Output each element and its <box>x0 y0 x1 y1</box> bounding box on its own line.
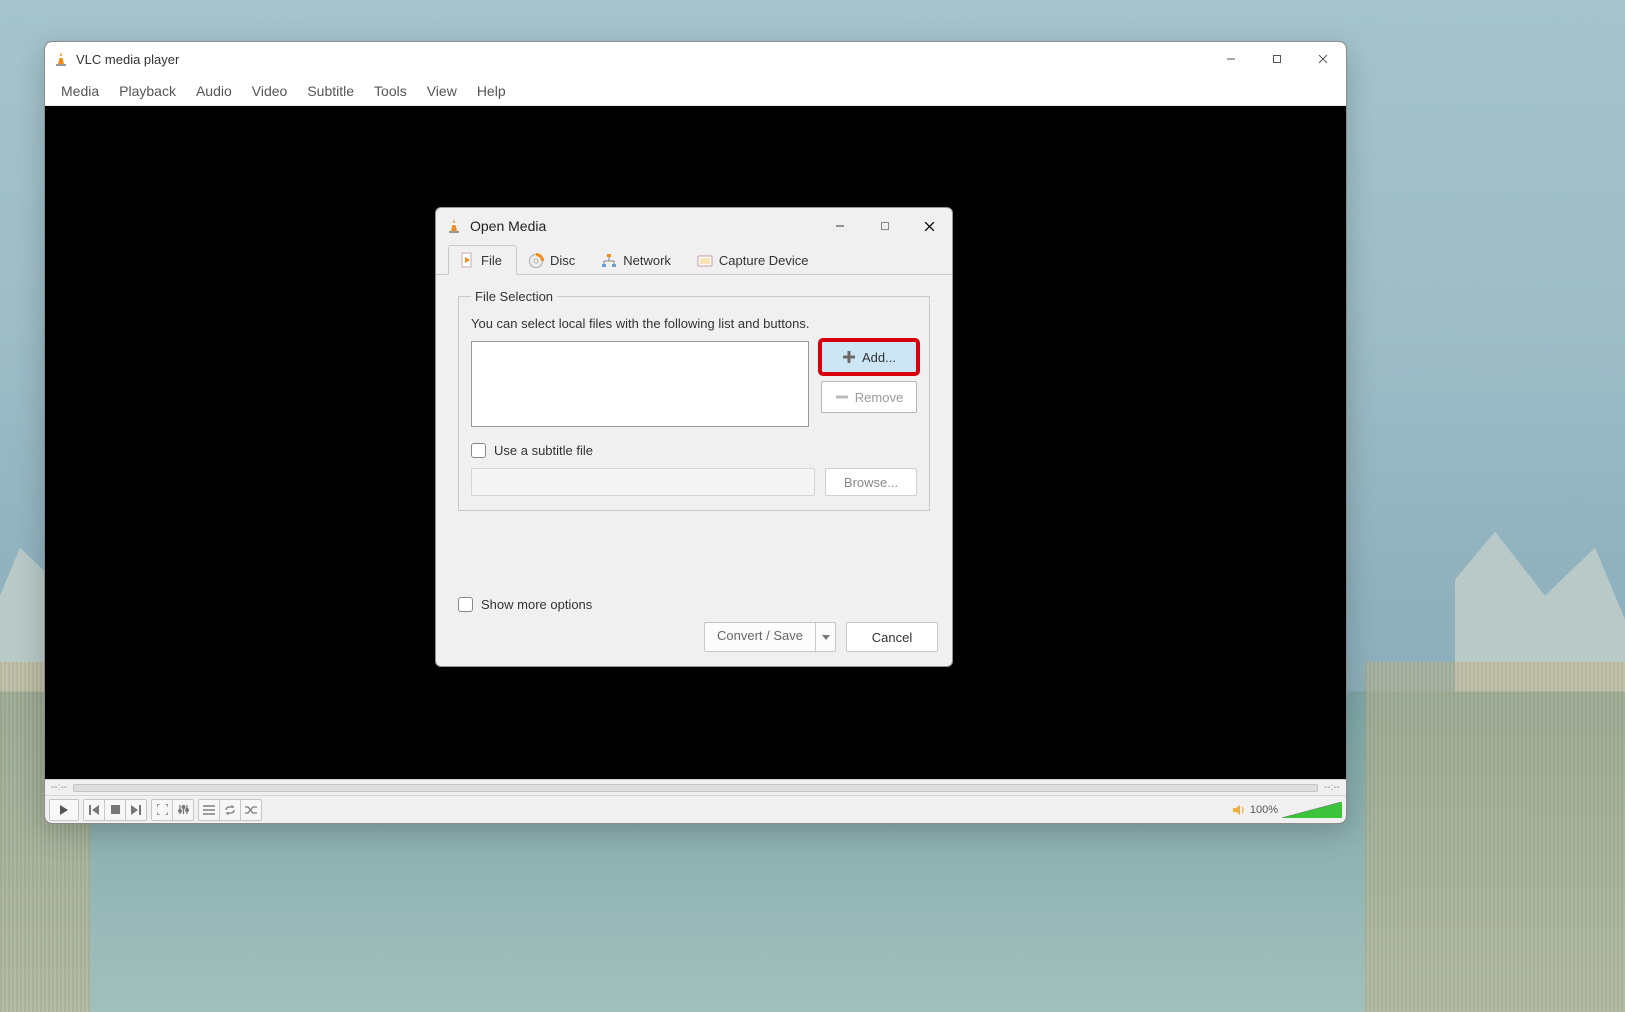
tab-file[interactable]: File <box>448 245 517 275</box>
file-selection-group: File Selection You can select local file… <box>458 289 930 511</box>
menu-help[interactable]: Help <box>467 79 516 103</box>
vlc-cone-icon <box>446 218 462 234</box>
volume-value: 100% <box>1250 804 1278 816</box>
maximize-button[interactable] <box>1254 42 1300 76</box>
file-list[interactable] <box>471 341 809 427</box>
next-button[interactable] <box>125 799 147 821</box>
add-button[interactable]: Add... <box>821 341 917 373</box>
use-subtitle-label: Use a subtitle file <box>494 443 593 458</box>
playlist-button[interactable] <box>198 799 220 821</box>
prev-button[interactable] <box>83 799 105 821</box>
remove-button-label: Remove <box>855 390 903 405</box>
tab-network[interactable]: Network <box>590 245 686 275</box>
volume-control[interactable]: 100% <box>1232 802 1342 818</box>
time-total: --:-- <box>1324 782 1340 793</box>
browse-button[interactable]: Browse... <box>825 468 917 496</box>
minimize-button[interactable] <box>1208 42 1254 76</box>
tab-file-label: File <box>481 253 502 268</box>
file-selection-help: You can select local files with the foll… <box>471 316 917 331</box>
seek-bar-row: --:-- --:-- <box>45 779 1346 795</box>
subtitle-path-field <box>471 468 815 496</box>
main-titlebar[interactable]: VLC media player <box>45 42 1346 76</box>
menu-media[interactable]: Media <box>51 79 109 103</box>
speaker-icon <box>1232 803 1246 817</box>
dialog-title: Open Media <box>470 218 546 234</box>
open-media-dialog: Open Media File Disc Network Capture Dev… <box>435 207 953 667</box>
time-elapsed: --:-- <box>51 782 67 793</box>
dialog-minimize-button[interactable] <box>817 208 862 244</box>
play-button[interactable] <box>49 799 79 821</box>
tab-capture-device[interactable]: Capture Device <box>686 245 824 275</box>
add-button-label: Add... <box>862 350 896 365</box>
convert-save-button[interactable]: Convert / Save <box>704 622 836 652</box>
dialog-close-button[interactable] <box>907 208 952 244</box>
seek-slider[interactable] <box>73 784 1318 792</box>
close-button[interactable] <box>1300 42 1346 76</box>
file-icon <box>459 252 475 268</box>
menu-tools[interactable]: Tools <box>364 79 417 103</box>
menubar: Media Playback Audio Video Subtitle Tool… <box>45 76 1346 106</box>
dialog-tabs: File Disc Network Capture Device <box>436 244 952 275</box>
remove-button[interactable]: Remove <box>821 381 917 413</box>
tab-disc-label: Disc <box>550 253 575 268</box>
network-icon <box>601 253 617 269</box>
use-subtitle-checkbox[interactable] <box>471 443 486 458</box>
show-more-checkbox[interactable] <box>458 597 473 612</box>
menu-subtitle[interactable]: Subtitle <box>297 79 364 103</box>
show-more-label: Show more options <box>481 597 592 612</box>
menu-view[interactable]: View <box>417 79 467 103</box>
convert-save-label: Convert / Save <box>705 623 815 651</box>
tab-disc[interactable]: Disc <box>517 245 590 275</box>
menu-playback[interactable]: Playback <box>109 79 186 103</box>
fullscreen-button[interactable] <box>151 799 173 821</box>
dialog-titlebar[interactable]: Open Media <box>436 208 952 244</box>
file-selection-legend: File Selection <box>471 289 557 304</box>
menu-audio[interactable]: Audio <box>186 79 242 103</box>
tab-capture-label: Capture Device <box>719 253 809 268</box>
chevron-down-icon <box>822 633 830 641</box>
plus-icon <box>842 350 856 364</box>
loop-button[interactable] <box>219 799 241 821</box>
vlc-cone-icon <box>53 51 69 67</box>
dialog-maximize-button[interactable] <box>862 208 907 244</box>
minus-icon <box>835 390 849 404</box>
volume-triangle-icon[interactable] <box>1282 802 1342 818</box>
capture-icon <box>697 253 713 269</box>
main-title: VLC media player <box>76 52 179 67</box>
convert-save-dropdown[interactable] <box>815 623 835 651</box>
cancel-button[interactable]: Cancel <box>846 622 938 652</box>
tab-network-label: Network <box>623 253 671 268</box>
disc-icon <box>528 253 544 269</box>
shuffle-button[interactable] <box>240 799 262 821</box>
menu-video[interactable]: Video <box>242 79 298 103</box>
ext-settings-button[interactable] <box>172 799 194 821</box>
stop-button[interactable] <box>104 799 126 821</box>
playback-controls: 100% <box>45 795 1346 823</box>
